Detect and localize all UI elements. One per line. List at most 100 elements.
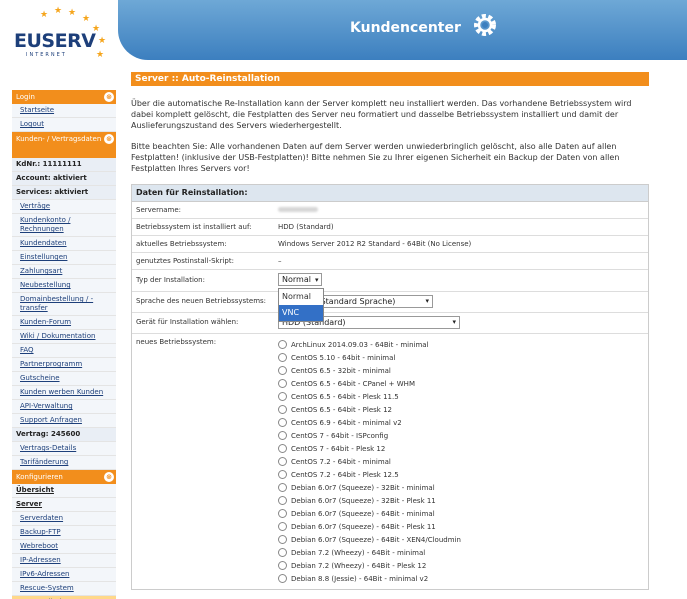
os-option[interactable]: Debian 6.0r7 (Squeeze) - 64Bit - XEN4/Cl…	[278, 533, 648, 546]
radio-button[interactable]	[278, 392, 287, 401]
sidebar-item-kunden-9[interactable]: FAQ	[12, 344, 116, 358]
sidebar-item-kunden-8[interactable]: Wiki / Dokumentation	[12, 330, 116, 344]
os-option[interactable]: CentOS 7 - 64bit - ISPconfig	[278, 429, 648, 442]
os-option[interactable]: CentOS 6.9 - 64bit - minimal v2	[278, 416, 648, 429]
radio-button[interactable]	[278, 522, 287, 531]
os-option-label: ArchLinux 2014.09.03 - 64Bit - minimal	[291, 340, 429, 349]
os-option-label: Debian 6.0r7 (Squeeze) - 32Bit - minimal	[291, 483, 435, 492]
services-status: Services: aktiviert	[12, 186, 116, 200]
row-postinstall: genutztes Postinstall-Skript: –	[132, 253, 648, 270]
os-option[interactable]: CentOS 6.5 - 32bit - minimal	[278, 364, 648, 377]
radio-button[interactable]	[278, 574, 287, 583]
row-disk: Betriebssystem ist installiert auf: HDD …	[132, 219, 648, 236]
sidebar-item-kunden-7[interactable]: Kunden-Forum	[12, 316, 116, 330]
os-option[interactable]: CentOS 6.5 - 64bit - CPanel + WHM	[278, 377, 648, 390]
os-option[interactable]: CentOS 6.5 - 64bit - Plesk 11.5	[278, 390, 648, 403]
star-icon: ★	[54, 6, 63, 16]
os-option-label: Debian 6.0r7 (Squeeze) - 64Bit - minimal	[291, 509, 435, 518]
sidebar: Login ⊗ Startseite Logout Kunden- / Vert…	[12, 90, 116, 599]
option-vnc[interactable]: VNC	[279, 305, 323, 321]
servername-blurred	[278, 207, 318, 212]
sidebar-item-konfig-5[interactable]: Rescue-System	[12, 582, 116, 596]
intro-text: Über die automatische Re-Installation ka…	[131, 98, 649, 174]
radio-button[interactable]	[278, 366, 287, 375]
sidebar-item-logout[interactable]: Logout	[12, 118, 116, 132]
radio-button[interactable]	[278, 431, 287, 440]
sidebar-item-kunden-3[interactable]: Einstellungen	[12, 251, 116, 265]
chevron-down-icon: ▾	[425, 297, 429, 305]
os-option[interactable]: Debian 6.0r7 (Squeeze) - 32Bit - minimal	[278, 481, 648, 494]
sidebar-item-kunden-1[interactable]: Kundenkonto / Rechnungen	[12, 214, 116, 237]
banner: Kundencenter	[118, 0, 687, 60]
collapse-icon[interactable]: ⊗	[104, 92, 114, 102]
sidebar-item-vertrag-0[interactable]: Vertrags-Details	[12, 442, 116, 456]
radio-button[interactable]	[278, 561, 287, 570]
sidebar-item-kunden-0[interactable]: Verträge	[12, 200, 116, 214]
option-normal[interactable]: Normal	[279, 289, 323, 305]
os-option-label: CentOS 6.9 - 64bit - minimal v2	[291, 418, 402, 427]
sidebar-item-konfig-3[interactable]: IP-Adressen	[12, 554, 116, 568]
sidebar-head-vertrag[interactable]: Kunden- / Vertragsdaten ⊗	[12, 132, 116, 158]
row-install-type: Typ der Installation: Normal ▾ Normal VNC	[132, 270, 648, 322]
os-option[interactable]: Debian 7.2 (Wheezy) - 64Bit - Plesk 12	[278, 559, 648, 572]
radio-button[interactable]	[278, 548, 287, 557]
sidebar-item-kunden-14[interactable]: Support Anfragen	[12, 414, 116, 428]
sidebar-item-vertrag-1[interactable]: Tarifänderung	[12, 456, 116, 470]
sidebar-item-kunden-10[interactable]: Partnerprogramm	[12, 358, 116, 372]
install-type-select[interactable]: Normal ▾	[278, 273, 323, 286]
os-option[interactable]: CentOS 7 - 64bit - Plesk 12	[278, 442, 648, 455]
row-servername: Servername:	[132, 202, 648, 219]
sidebar-item-kunden-2[interactable]: Kundendaten	[12, 237, 116, 251]
sidebar-item-uebersicht[interactable]: Übersicht	[12, 484, 116, 498]
os-option-label: Debian 7.2 (Wheezy) - 64Bit - minimal	[291, 548, 426, 557]
sidebar-item-konfig-4[interactable]: IPv6-Adressen	[12, 568, 116, 582]
sidebar-item-konfig-1[interactable]: Backup-FTP	[12, 526, 116, 540]
radio-button[interactable]	[278, 496, 287, 505]
radio-button[interactable]	[278, 535, 287, 544]
chevron-down-icon: ▾	[314, 276, 319, 284]
sidebar-item-server[interactable]: Server	[12, 498, 116, 512]
radio-button[interactable]	[278, 509, 287, 518]
main-content: Server :: Auto-Reinstallation Über die a…	[131, 72, 649, 590]
sidebar-head-konfig[interactable]: Konfigurieren ⊗	[12, 470, 116, 484]
sidebar-item-kunden-13[interactable]: API-Verwaltung	[12, 400, 116, 414]
sidebar-item-konfig-2[interactable]: Webreboot	[12, 540, 116, 554]
sidebar-item-kunden-4[interactable]: Zahlungsart	[12, 265, 116, 279]
os-option[interactable]: Debian 6.0r7 (Squeeze) - 64Bit - Plesk 1…	[278, 520, 648, 533]
radio-button[interactable]	[278, 405, 287, 414]
os-option[interactable]: CentOS 7.2 - 64bit - minimal	[278, 455, 648, 468]
os-option-label: CentOS 7 - 64bit - Plesk 12	[291, 444, 386, 453]
radio-button[interactable]	[278, 418, 287, 427]
row-device: Gerät für Installation wählen: HDD (Stan…	[132, 313, 648, 334]
os-option[interactable]: ArchLinux 2014.09.03 - 64Bit - minimal	[278, 338, 648, 351]
os-option[interactable]: Debian 8.8 (Jessie) - 64Bit - minimal v2	[278, 572, 648, 585]
os-option[interactable]: Debian 7.2 (Wheezy) - 64Bit - minimal	[278, 546, 648, 559]
sidebar-item-kunden-11[interactable]: Gutscheine	[12, 372, 116, 386]
logo[interactable]: ★ ★ ★ ★ ★ ★ ★ EUSERV INTERNET	[0, 0, 118, 86]
sidebar-item-startseite[interactable]: Startseite	[12, 104, 116, 118]
os-option[interactable]: CentOS 7.2 - 64bit - Plesk 12.5	[278, 468, 648, 481]
sidebar-item-kunden-12[interactable]: Kunden werben Kunden	[12, 386, 116, 400]
warning-paragraph: Bitte beachten Sie: Alle vorhandenen Dat…	[131, 142, 620, 173]
gear-icon	[474, 14, 496, 36]
os-option[interactable]: CentOS 5.10 - 64bit - minimal	[278, 351, 648, 364]
radio-button[interactable]	[278, 444, 287, 453]
radio-button[interactable]	[278, 379, 287, 388]
sidebar-head-login[interactable]: Login ⊗	[12, 90, 116, 104]
os-option[interactable]: Debian 6.0r7 (Squeeze) - 32Bit - Plesk 1…	[278, 494, 648, 507]
radio-button[interactable]	[278, 340, 287, 349]
collapse-icon[interactable]: ⊗	[104, 134, 114, 144]
os-option[interactable]: CentOS 6.5 - 64bit - Plesk 12	[278, 403, 648, 416]
collapse-icon[interactable]: ⊗	[104, 472, 114, 482]
sidebar-item-konfig-0[interactable]: Serverdaten	[12, 512, 116, 526]
sidebar-item-kunden-5[interactable]: Neubestellung	[12, 279, 116, 293]
sidebar-item-kunden-6[interactable]: Domainbestellung / -transfer	[12, 293, 116, 316]
os-option-label: Debian 6.0r7 (Squeeze) - 64Bit - XEN4/Cl…	[291, 535, 461, 544]
radio-button[interactable]	[278, 353, 287, 362]
os-option-label: CentOS 5.10 - 64bit - minimal	[291, 353, 396, 362]
radio-button[interactable]	[278, 483, 287, 492]
os-option-label: CentOS 6.5 - 64bit - Plesk 12	[291, 405, 392, 414]
os-option[interactable]: Debian 6.0r7 (Squeeze) - 64Bit - minimal	[278, 507, 648, 520]
radio-button[interactable]	[278, 457, 287, 466]
radio-button[interactable]	[278, 470, 287, 479]
